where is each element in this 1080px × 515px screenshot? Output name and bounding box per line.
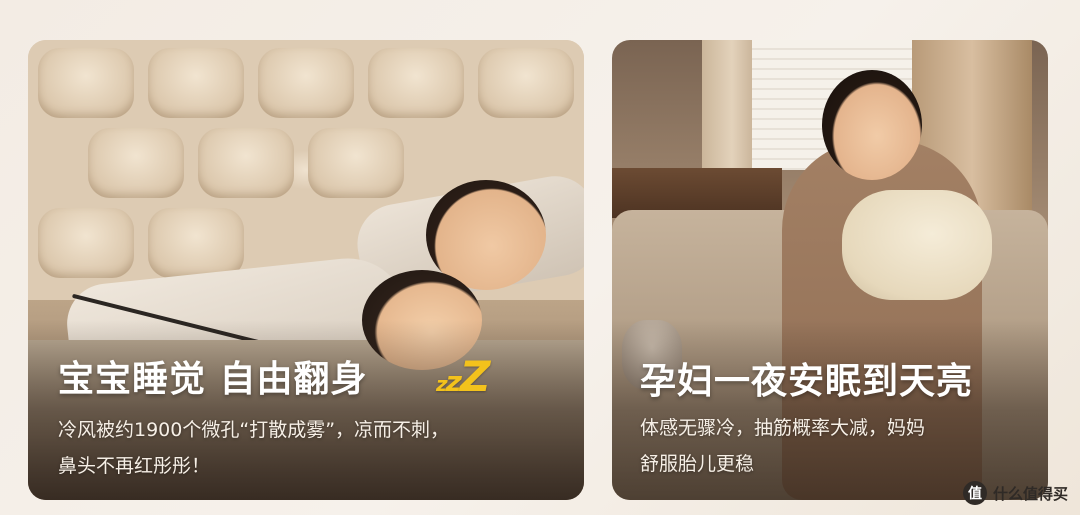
watermark-text: 什么值得买 — [992, 484, 1068, 503]
card-title: 宝宝睡觉 自由翻身 — [58, 350, 368, 402]
headboard-tuft — [368, 48, 464, 118]
headboard-tuft — [308, 128, 404, 198]
zzz-medium: z — [445, 365, 462, 398]
headboard-tuft — [38, 208, 134, 278]
card-title: 孕妇一夜安眠到天亮 — [640, 352, 973, 404]
zzz-small: z — [436, 372, 448, 396]
description-line: 舒服胎儿更稳 — [640, 453, 755, 475]
headboard-tuft — [38, 48, 134, 118]
mother-head — [822, 70, 922, 180]
headboard-tuft — [198, 128, 294, 198]
site-watermark: 值 什么值得买 — [962, 481, 1068, 505]
headboard-tuft — [148, 48, 244, 118]
headboard-tuft — [148, 208, 244, 278]
pregnant-mother-photo-card: 孕妇一夜安眠到天亮 体感无骤冷，抽筋概率大减，妈妈 舒服胎儿更稳 — [612, 40, 1048, 500]
description-line: 鼻头不再红彤彤！ — [58, 455, 211, 477]
watermark-logo-icon: 值 — [962, 481, 987, 505]
zzz-large: Z — [459, 352, 491, 401]
description-line: 体感无骤冷，抽筋概率大减，妈妈 — [640, 417, 926, 439]
headboard-tuft — [258, 48, 354, 118]
card-title-text: 孕妇一夜安眠到天亮 — [640, 361, 974, 402]
zzz-decoration: zzZ — [436, 352, 491, 401]
swaddled-baby — [842, 190, 992, 300]
sleeping-baby-photo-card: 宝宝睡觉 自由翻身 zzZ 冷风被约1900个微孔“打散成雾”，凉而不刺， 鼻头… — [28, 40, 584, 500]
description-line: 冷风被约1900个微孔“打散成雾”，凉而不刺， — [58, 419, 450, 441]
card-description: 冷风被约1900个微孔“打散成雾”，凉而不刺， 鼻头不再红彤彤！ — [58, 412, 578, 484]
headboard-tuft — [478, 48, 574, 118]
card-title-text: 宝宝睡觉 自由翻身 — [58, 359, 368, 400]
headboard-tuft — [88, 128, 184, 198]
card-description: 体感无骤冷，抽筋概率大减，妈妈 舒服胎儿更稳 — [640, 410, 1030, 482]
